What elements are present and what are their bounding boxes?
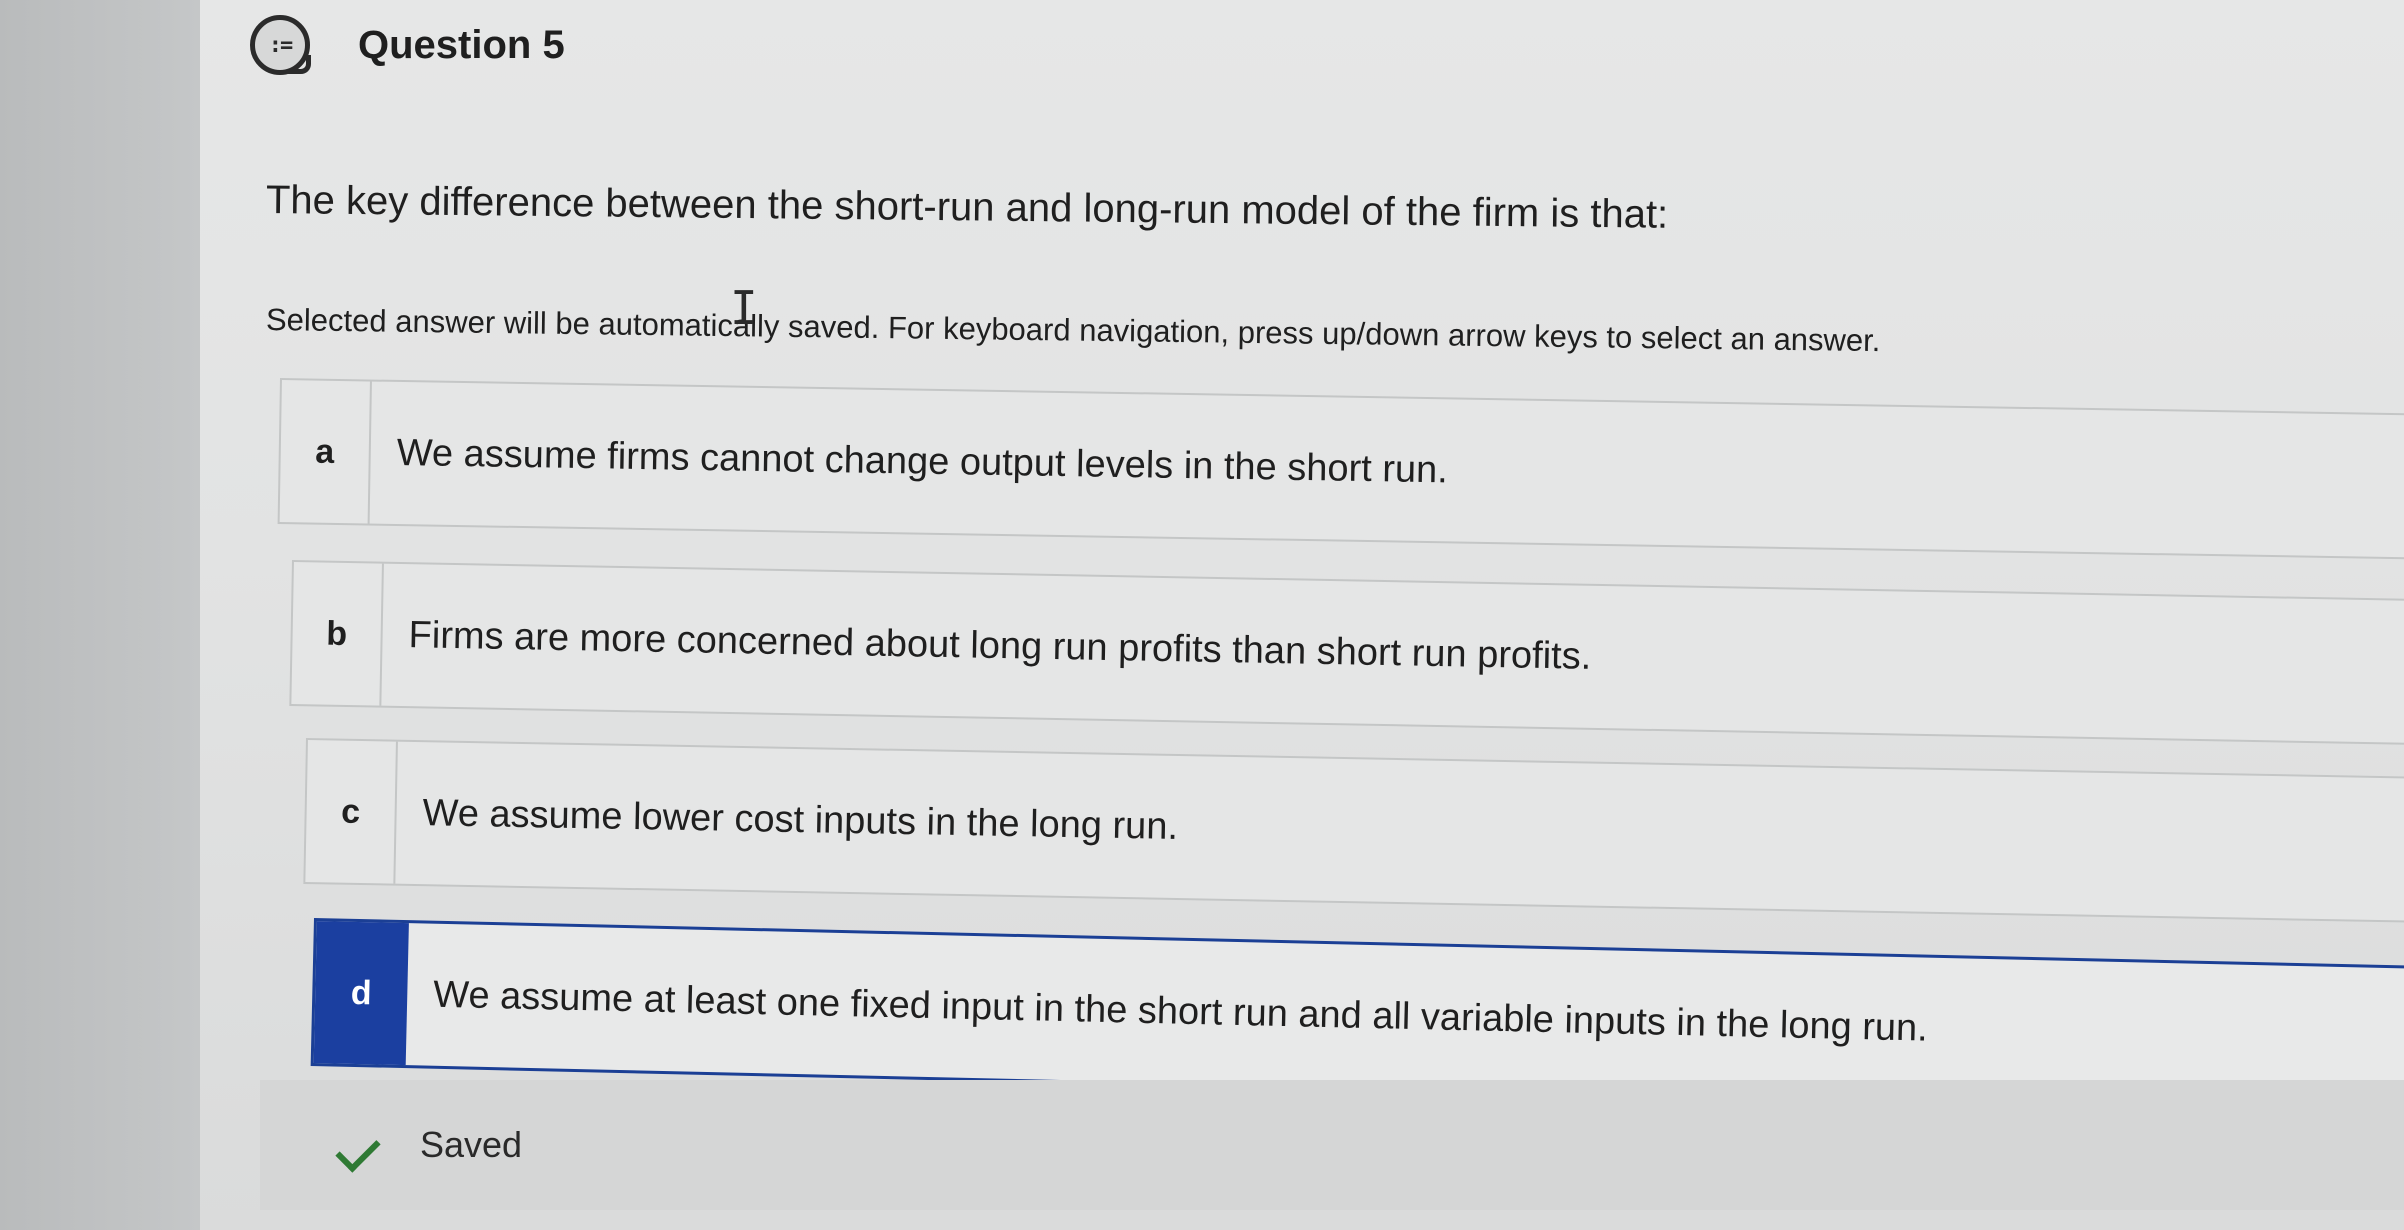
saved-label: Saved — [420, 1124, 523, 1165]
check-icon — [340, 1130, 386, 1160]
question-header: := Question 5 — [250, 10, 565, 80]
question-list-icon: := — [250, 15, 311, 75]
answer-text: Firms are more concerned about long run … — [408, 613, 1592, 678]
question-title: Question 5 — [358, 22, 565, 67]
answer-letter: a — [279, 380, 372, 524]
question-icon-glyph: := — [268, 32, 293, 58]
text-cursor-icon: I — [730, 281, 758, 335]
save-status: Saved — [260, 1080, 2404, 1210]
answer-letter: b — [291, 562, 384, 706]
answer-letter: c — [305, 740, 398, 884]
answer-text: We assume at least one fixed input in th… — [432, 973, 1929, 1050]
answer-text: We assume firms cannot change output lev… — [396, 431, 1449, 491]
answer-text: We assume lower cost inputs in the long … — [422, 791, 1179, 848]
answer-letter: d — [313, 921, 409, 1066]
page-margin — [0, 0, 200, 1230]
